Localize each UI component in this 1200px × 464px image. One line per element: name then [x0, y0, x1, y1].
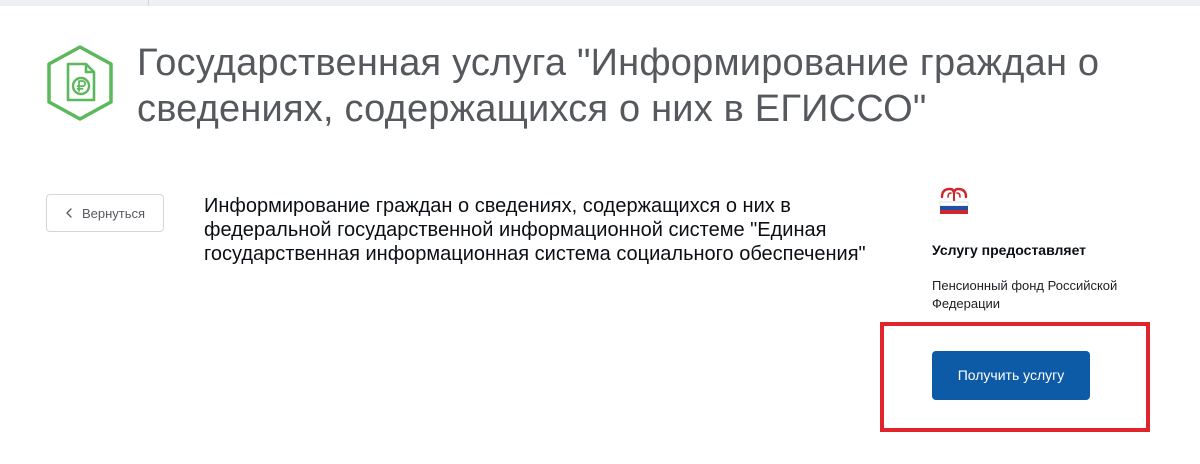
pfr-logo — [939, 187, 969, 214]
back-button[interactable]: Вернуться — [46, 194, 164, 232]
provider-heading: Услугу предоставляет — [932, 242, 1087, 258]
get-service-button[interactable]: Получить услугу — [932, 351, 1090, 400]
document-ruble-icon — [47, 45, 113, 121]
back-button-label: Вернуться — [81, 205, 146, 221]
service-description: Информирование граждан о сведениях, соде… — [204, 195, 866, 265]
top-bar-divider — [148, 0, 149, 6]
chevron-left-icon — [66, 208, 72, 218]
service-page: Государственная услуга "Информирование г… — [0, 0, 1200, 464]
page-title: Государственная услуга "Информирование г… — [137, 42, 1100, 130]
top-bar — [0, 0, 1200, 6]
provider-name: Пенсионный фонд Российской Федерации — [932, 278, 1118, 311]
